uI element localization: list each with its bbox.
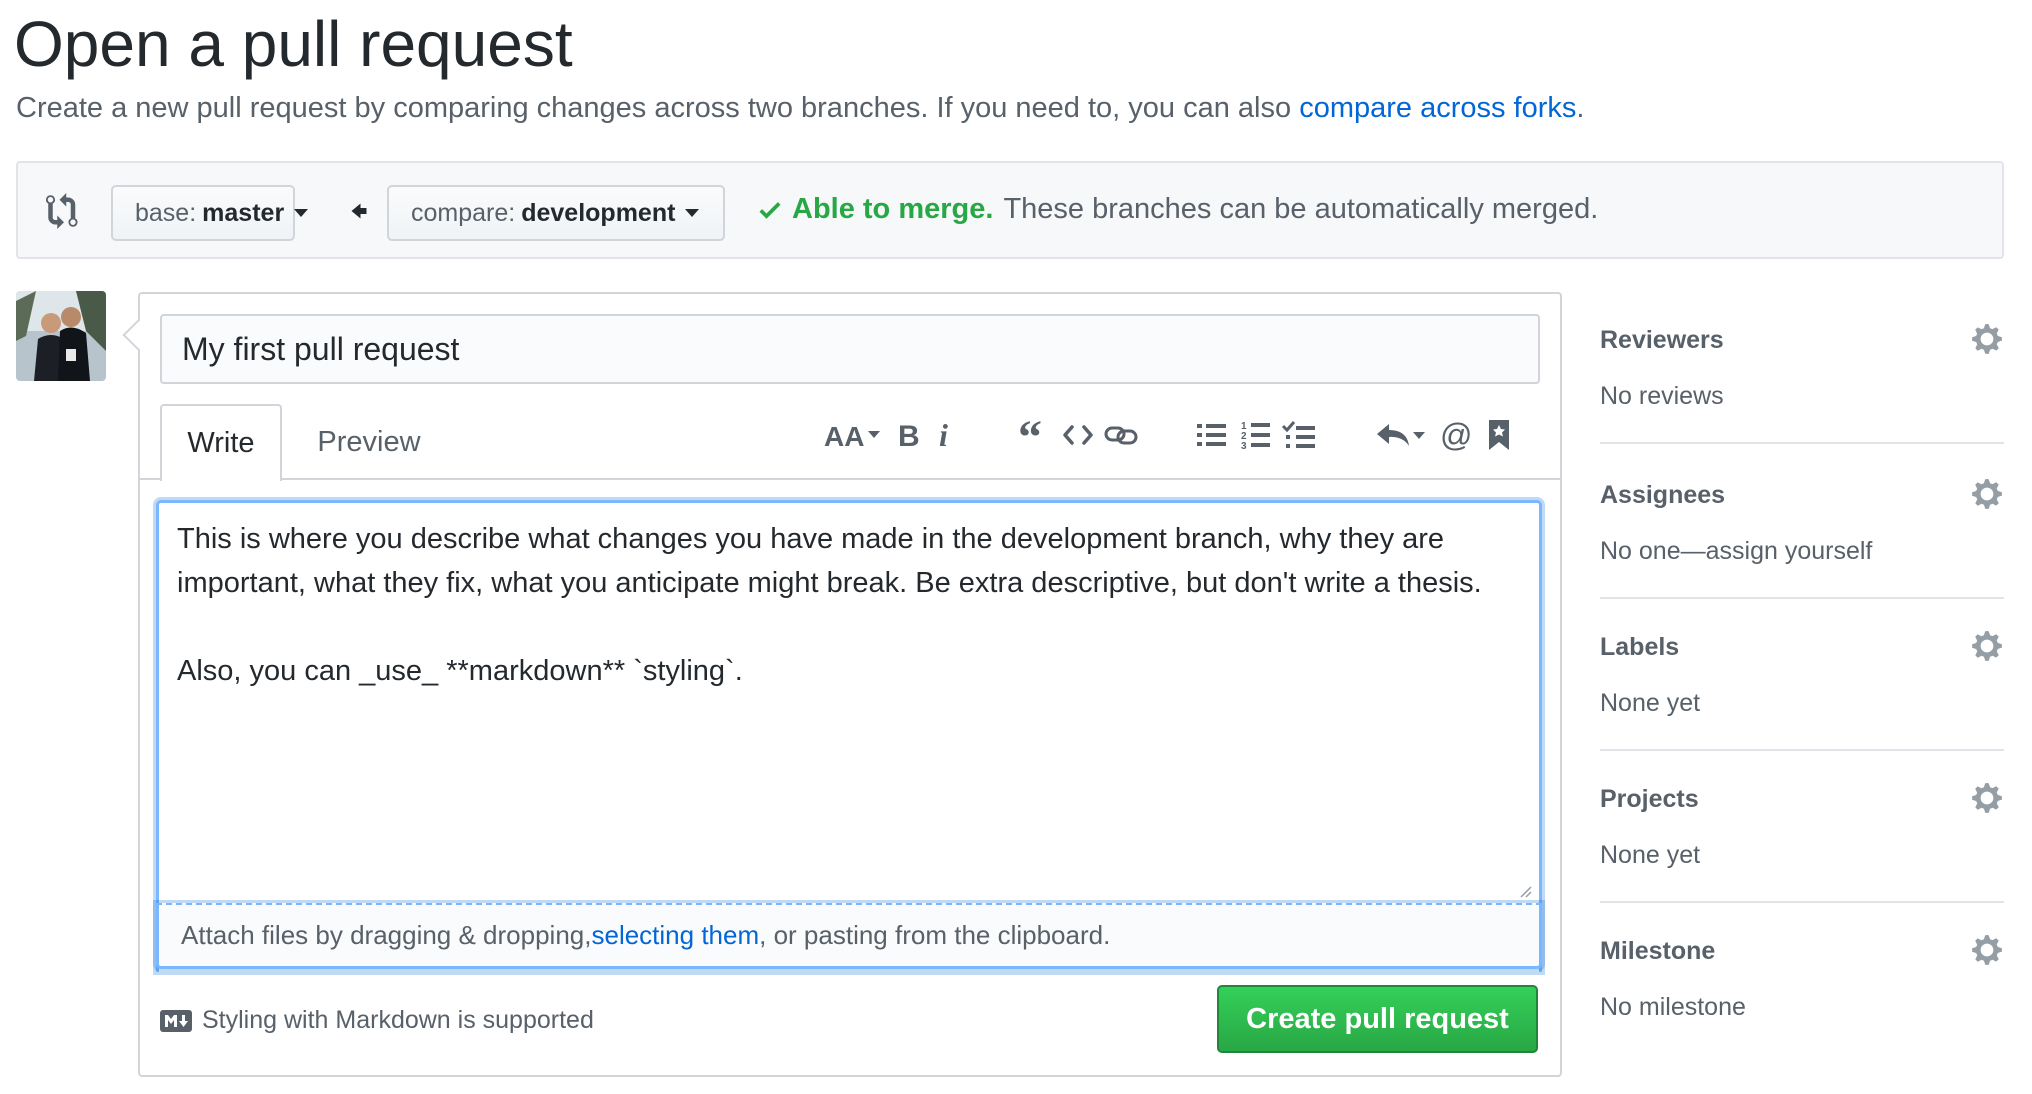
ordered-list-icon[interactable]: 123 — [1233, 412, 1279, 458]
resize-handle-icon[interactable] — [1516, 882, 1532, 898]
quote-icon[interactable]: “ — [1011, 412, 1057, 458]
markdown-icon — [160, 1009, 192, 1032]
select-files-link[interactable]: selecting them — [591, 920, 759, 951]
italic-icon[interactable]: i — [922, 412, 968, 458]
sidebar-assignees: Assignees No one—assign yourself — [1600, 479, 2004, 565]
compare-branch-select[interactable]: compare: development — [387, 185, 725, 241]
gear-icon[interactable] — [1970, 629, 2004, 663]
attach-text-end: , or pasting from the clipboard. — [759, 920, 1111, 950]
page-title: Open a pull request — [14, 8, 573, 80]
subtitle-period: . — [1576, 92, 1585, 124]
svg-text:@: @ — [1440, 418, 1472, 452]
base-label: base: — [135, 198, 197, 227]
git-compare-icon — [46, 193, 82, 229]
chevron-down-icon — [685, 209, 700, 217]
labels-heading: Labels — [1600, 633, 1680, 661]
create-pull-request-button[interactable]: Create pull request — [1217, 985, 1538, 1053]
chevron-down-icon — [294, 209, 309, 217]
markdown-note-text: Styling with Markdown is supported — [202, 1006, 594, 1034]
gear-icon[interactable] — [1970, 322, 2004, 356]
base-branch-select[interactable]: base: master — [111, 185, 309, 241]
sidebar-divider — [1600, 442, 2004, 444]
sidebar-labels: Labels None yet — [1600, 631, 2004, 717]
milestone-value: No milestone — [1600, 993, 1746, 1021]
pr-body-textarea[interactable]: This is where you describe what changes … — [156, 500, 1542, 972]
reply-icon[interactable] — [1373, 412, 1429, 458]
svg-text:“: “ — [1018, 419, 1042, 451]
check-icon — [756, 196, 784, 224]
code-icon[interactable] — [1055, 412, 1101, 458]
sidebar-projects: Projects None yet — [1600, 783, 2004, 869]
attach-files-bar[interactable]: Attach files by dragging & dropping, sel… — [156, 903, 1542, 969]
unordered-list-icon[interactable] — [1189, 412, 1235, 458]
projects-heading: Projects — [1600, 785, 1699, 813]
subtitle-text: Create a new pull request by comparing c… — [16, 92, 1300, 124]
merge-message: These branches can be automatically merg… — [1003, 193, 1599, 225]
compare-value: development — [521, 198, 676, 227]
link-icon[interactable] — [1098, 412, 1144, 458]
projects-value: None yet — [1600, 841, 1701, 869]
labels-value: None yet — [1600, 689, 1701, 717]
gear-icon[interactable] — [1970, 781, 2004, 815]
gear-icon[interactable] — [1970, 477, 2004, 511]
compare-label: compare: — [411, 198, 516, 227]
tab-preview[interactable]: Preview — [294, 404, 444, 480]
compare-bar: base: master compare: development Able t… — [16, 161, 2004, 259]
gear-icon[interactable] — [1970, 933, 2004, 967]
tab-write[interactable]: Write — [160, 404, 282, 481]
svg-text:3: 3 — [1241, 441, 1247, 450]
task-list-icon[interactable] — [1276, 412, 1322, 458]
attach-text-start: Attach files by dragging & dropping, — [181, 920, 592, 950]
reviewers-heading: Reviewers — [1600, 326, 1724, 354]
svg-text:B: B — [898, 420, 920, 451]
base-value: master — [202, 198, 285, 227]
pr-title-input[interactable] — [160, 314, 1540, 384]
markdown-note[interactable]: Styling with Markdown is supported — [160, 1006, 594, 1035]
avatar[interactable] — [16, 291, 106, 381]
reviewers-value: No reviews — [1600, 382, 1724, 410]
arrow-left-icon — [347, 199, 371, 223]
assignees-value[interactable]: No one—assign yourself — [1600, 537, 1872, 566]
assignees-heading: Assignees — [1600, 481, 1726, 509]
svg-text:i: i — [939, 419, 948, 451]
merge-ok-text: Able to merge. — [792, 193, 994, 225]
page-subtitle: Create a new pull request by comparing c… — [16, 90, 1584, 126]
mention-icon[interactable]: @ — [1433, 412, 1479, 458]
milestone-heading: Milestone — [1600, 937, 1716, 965]
bookmark-icon[interactable] — [1476, 412, 1522, 458]
svg-text:AA: AA — [824, 421, 864, 451]
sidebar-reviewers: Reviewers No reviews — [1600, 324, 2004, 410]
text-size-icon[interactable]: AA — [822, 412, 882, 458]
sidebar-divider — [1600, 901, 2004, 903]
compare-across-forks-link[interactable]: compare across forks — [1299, 92, 1576, 124]
sidebar-divider — [1600, 597, 2004, 599]
merge-status: Able to merge. These branches can be aut… — [756, 193, 1598, 226]
sidebar-divider — [1600, 749, 2004, 751]
sidebar-milestone: Milestone No milestone — [1600, 935, 2004, 1021]
